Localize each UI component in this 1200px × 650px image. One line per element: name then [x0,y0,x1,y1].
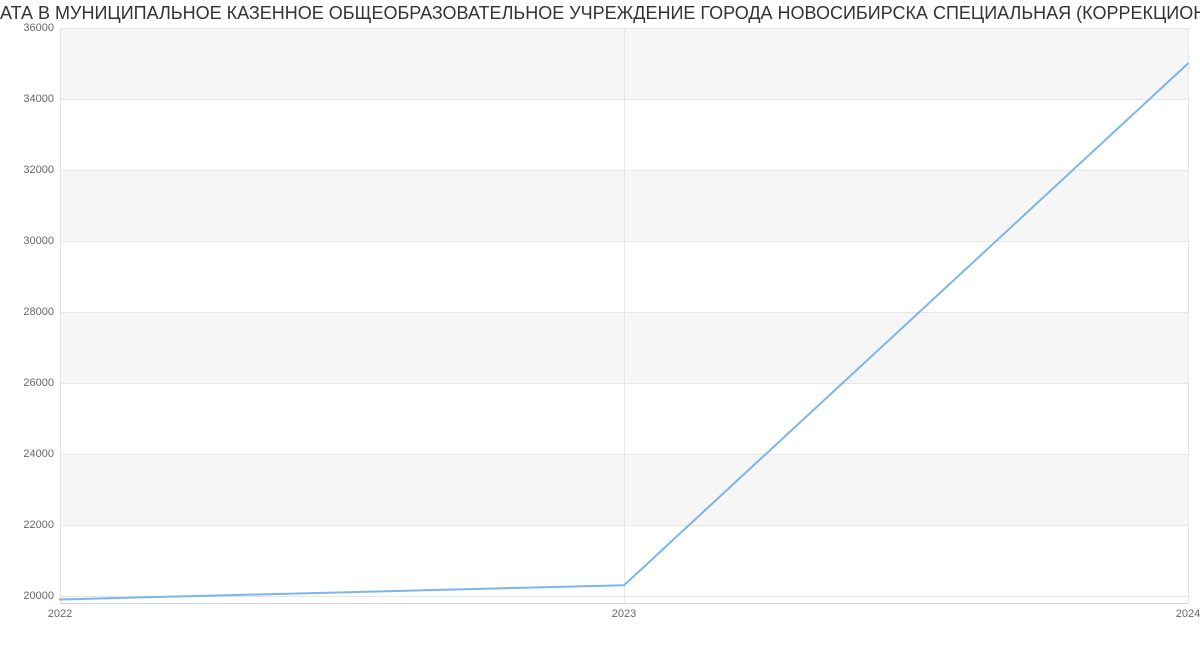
x-tick-label: 2023 [612,608,636,620]
y-tick-label: 36000 [4,22,54,34]
y-tick-label: 22000 [4,519,54,531]
y-tick-label: 32000 [4,164,54,176]
x-tick-label: 2024 [1176,608,1200,620]
series-line [60,28,1188,603]
y-tick-label: 20000 [4,590,54,602]
y-tick-label: 24000 [4,448,54,460]
y-tick-label: 30000 [4,235,54,247]
chart-title: АТА В МУНИЦИПАЛЬНОЕ КАЗЕННОЕ ОБЩЕОБРАЗОВ… [0,0,1200,26]
y-tick-label: 34000 [4,93,54,105]
x-tick-label: 2022 [48,608,72,620]
x-gridline [1188,28,1189,603]
y-tick-label: 26000 [4,377,54,389]
salary-line-chart: АТА В МУНИЦИПАЛЬНОЕ КАЗЕННОЕ ОБЩЕОБРАЗОВ… [0,0,1200,650]
y-tick-label: 28000 [4,306,54,318]
